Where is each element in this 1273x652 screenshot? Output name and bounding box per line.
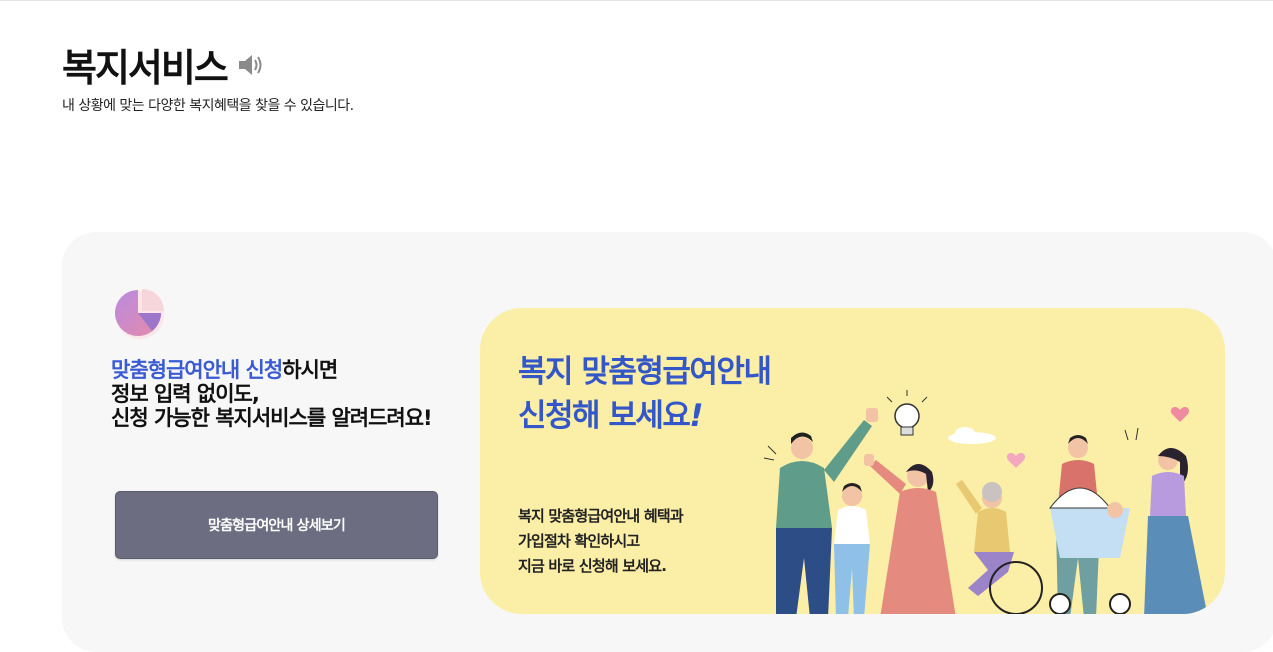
banner-heading-line1: 복지 맞춤형급여안내 [518, 354, 772, 390]
banner-body: 복지 맞춤형급여안내 혜택과 가입절차 확인하시고 지금 바로 신청해 보세요. [518, 504, 684, 579]
detail-view-button[interactable]: 맞춤형급여안내 상세보기 [115, 491, 438, 559]
banner-heading-line2: 신청해 보세요 [518, 398, 691, 434]
banner-body-line3: 지금 바로 신청해 보세요. [518, 557, 667, 575]
banner-heading: 복지 맞춤형급여안내 신청해 보세요! [518, 350, 772, 438]
lightbulb-icon [886, 390, 928, 436]
intro-line2: 정보 입력 없이도, [111, 382, 260, 406]
page-title: 복지서비스 [62, 46, 229, 90]
title-row: 복지서비스 [62, 37, 265, 92]
cloud-icon [948, 427, 996, 444]
heart-icon [1006, 453, 1026, 468]
page-subtitle: 내 상황에 맞는 다양한 복지혜택을 찾을 수 있습니다. [62, 98, 354, 114]
intro-line1-rest: 하시면 [282, 358, 338, 382]
mother-figure [1144, 448, 1208, 614]
banner-body-line1: 복지 맞춤형급여안내 혜택과 [518, 507, 684, 525]
boy-figure [834, 483, 870, 614]
intro-text: 맞춤형급여안내 신청하시면 정보 입력 없이도, 신청 가능한 복지서비스를 알… [111, 358, 451, 430]
grandmother-figure [956, 480, 1043, 614]
intro-line3: 신청 가능한 복지서비스를 알려드려요! [111, 406, 433, 430]
welfare-info-panel: 맞춤형급여안내 신청하시면 정보 입력 없이도, 신청 가능한 복지서비스를 알… [62, 232, 1273, 652]
pie-chart-icon [114, 287, 166, 343]
heart-icon [1170, 407, 1190, 422]
banner-body-line2: 가입절차 확인하시고 [518, 532, 640, 550]
intro-highlight: 맞춤형급여안내 신청 [111, 358, 283, 382]
woman-figure [864, 454, 956, 614]
family-illustration [763, 390, 1208, 614]
promo-banner[interactable]: 복지 맞춤형급여안내 신청해 보세요! 복지 맞춤형급여안내 혜택과 가입절차 … [480, 308, 1225, 614]
banner-heading-exclamation: ! [689, 398, 703, 434]
speaker-icon[interactable] [237, 52, 265, 82]
